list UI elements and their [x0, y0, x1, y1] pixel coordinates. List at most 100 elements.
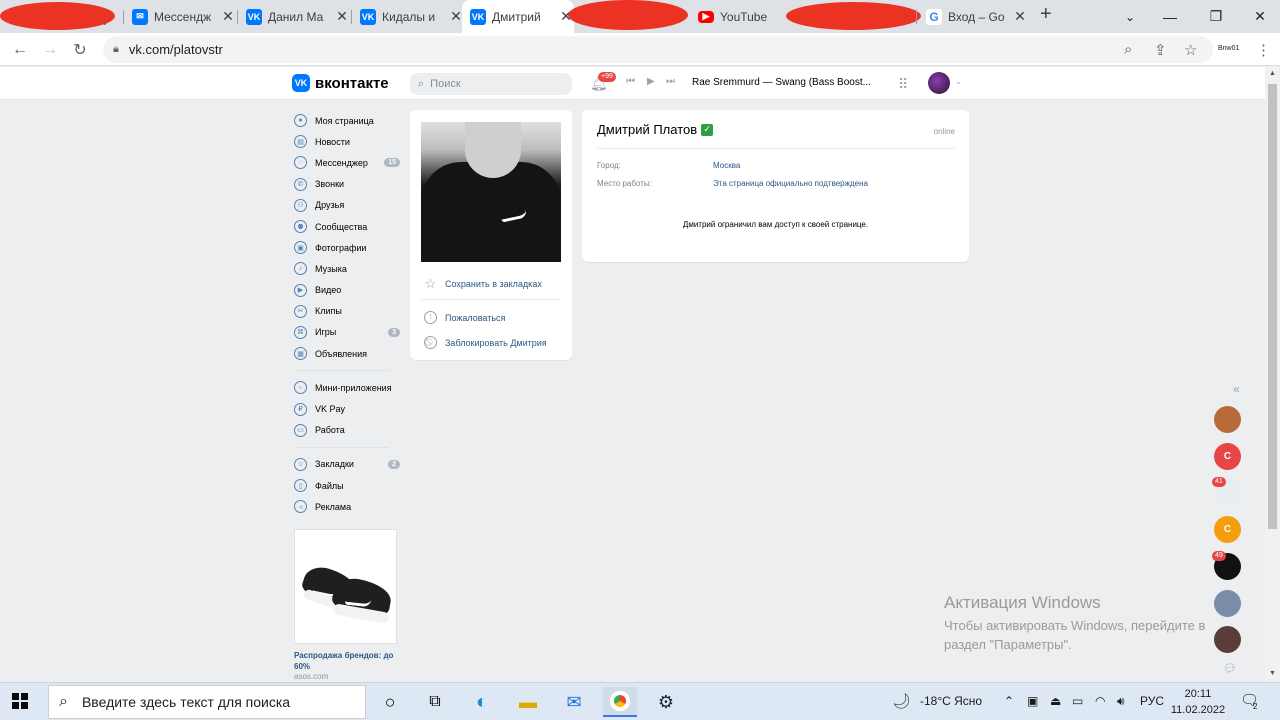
report-label: Пожаловаться — [445, 312, 506, 323]
tab-dropdown-chevron-icon[interactable]: ⌄ — [100, 9, 109, 34]
close-window-button[interactable]: ✕ — [1237, 0, 1280, 33]
sidebar-item-video[interactable]: ▶ Видео — [294, 280, 404, 301]
sidebar-item-news[interactable]: ▤ Новости — [294, 131, 404, 152]
notifications-badge: +99 — [598, 72, 616, 82]
scrollbar-thumb[interactable] — [1268, 84, 1277, 529]
lock-icon[interactable]: 🔒︎ — [113, 43, 119, 56]
forward-arrow-icon[interactable]: → — [39, 39, 61, 61]
chat-avatar[interactable] — [1214, 406, 1241, 433]
sidebar-ad-image[interactable] — [294, 529, 397, 644]
chat-avatar[interactable] — [1214, 589, 1241, 617]
save-bookmark-button[interactable]: ☆ Сохранить в закладках — [424, 276, 542, 291]
extension-icon[interactable]: Bnw01 — [1218, 45, 1239, 52]
sidebar-item-photo[interactable]: ▣ Фотографии — [294, 237, 404, 258]
chat-avatar[interactable] — [1214, 626, 1241, 654]
previous-track-icon[interactable]: ⏮ — [626, 76, 635, 87]
sidebar-item-apps[interactable]: ⁘ Мини-приложения — [294, 377, 404, 398]
clock-time: 20:11 — [1184, 688, 1212, 700]
tab-danil[interactable]: VK Данил Ма ✕ — [238, 4, 350, 29]
sidebar-item-file[interactable]: ▯ Файлы — [294, 475, 404, 496]
edge-icon[interactable]: ◐ — [470, 690, 494, 714]
sidebar-item-phone[interactable]: ✆ Звонки — [294, 174, 404, 195]
bookmark-star-icon[interactable]: ☆ — [1184, 41, 1197, 59]
sidebar-item-user[interactable]: ● Моя страница — [294, 110, 404, 131]
sidebar-item-megaphone[interactable]: ◃ Реклама — [294, 496, 404, 517]
services-grid-icon[interactable]: ⠿ — [898, 76, 908, 93]
ad-title[interactable]: Распродажа брендов: до 60% — [294, 650, 402, 672]
vk-logo[interactable]: VK вконтакте — [292, 74, 389, 92]
chat-avatar[interactable]: С — [1214, 516, 1241, 544]
minimize-button[interactable]: — — [1147, 0, 1193, 33]
report-button[interactable]: ! Пожаловаться — [424, 311, 505, 324]
tab-kidaly[interactable]: VK Кидалы и ✕ — [352, 4, 464, 29]
sidebar-item-ads[interactable]: ▦ Объявления — [294, 343, 404, 364]
next-track-icon[interactable]: ⏭ — [666, 76, 675, 87]
weather-text[interactable]: -18°C Ясно — [920, 694, 982, 708]
ad-source[interactable]: asos.com — [294, 672, 328, 681]
user-avatar[interactable] — [928, 72, 950, 94]
address-bar[interactable]: 🔒︎ vk.com/platovstr — [103, 36, 1213, 63]
sidebar-item-label: Мини-приложения — [315, 382, 392, 393]
scroll-up-icon[interactable]: ▲ — [1269, 70, 1276, 77]
tab-google-login[interactable]: G Вход – Go ✕ — [918, 4, 1028, 29]
reload-icon[interactable]: ↻ — [69, 39, 91, 61]
windows-start-icon[interactable] — [12, 693, 28, 709]
new-tab-button[interactable]: + — [1034, 2, 1052, 27]
chat-bubble-icon[interactable]: 💬︎ — [1223, 662, 1237, 675]
tab-dmitry-active[interactable]: VK Дмитрий ✕ — [462, 0, 574, 33]
block-user-button[interactable]: ⃠ Заблокировать Дмитрия — [424, 336, 547, 349]
mail-icon[interactable]: ✉ — [562, 690, 586, 714]
search-input[interactable]: ⌕ Поиск — [410, 73, 572, 95]
volume-icon[interactable]: 🔊︎ — [1117, 694, 1125, 709]
city-value[interactable]: Москва — [713, 161, 740, 170]
profile-photo[interactable] — [421, 122, 561, 262]
weather-moon-icon[interactable]: 🌙︎ — [892, 692, 911, 710]
play-icon[interactable]: ▶ — [647, 76, 655, 87]
steam-icon[interactable]: ⚙ — [654, 690, 678, 714]
close-tab-icon[interactable]: ✕ — [1012, 8, 1028, 25]
sidebar-item-message[interactable]: ◌ Мессенджер 15 — [294, 152, 404, 173]
megaphone-icon: ◃ — [294, 500, 307, 514]
sidebar-item-work[interactable]: ▭ Работа — [294, 420, 404, 441]
menu-dots-icon[interactable]: ⋮ — [1256, 41, 1271, 59]
chrome-icon[interactable] — [603, 687, 637, 717]
sidebar-item-groups[interactable]: ⚉ Сообщества — [294, 216, 404, 237]
battery-icon[interactable]: ▭ — [1072, 694, 1083, 708]
wifi-icon[interactable]: ◠ — [1095, 694, 1105, 708]
sidebar-item-clips[interactable]: ✂ Клипы — [294, 301, 404, 322]
chat-avatar[interactable]: С — [1214, 442, 1241, 470]
back-arrow-icon[interactable]: ← — [9, 39, 31, 61]
sidebar-item-label: Закладки — [315, 459, 354, 470]
apps-icon: ⁘ — [294, 381, 307, 395]
clock[interactable]: 20:11 11.02.2022 — [1168, 686, 1228, 718]
page-scrollbar[interactable]: ▲ ▼ — [1265, 67, 1280, 682]
chevron-down-icon[interactable]: ⌄ — [955, 77, 962, 86]
scroll-down-icon[interactable]: ▼ — [1269, 670, 1276, 677]
collapse-icon[interactable]: « — [1233, 382, 1240, 396]
zoom-icon[interactable]: ⌕ — [1124, 41, 1132, 58]
taskbar-search-input[interactable]: ⌕ Введите здесь текст для поиска — [48, 685, 366, 719]
sidebar-item-pay[interactable]: ₽ VK Pay — [294, 398, 404, 419]
cortana-icon[interactable]: ○ — [378, 690, 402, 714]
work-value[interactable]: Эта страница официально подтверждена — [713, 179, 868, 188]
share-icon[interactable]: ⇪ — [1154, 41, 1167, 59]
now-playing-track[interactable]: Rae Sremmurd — Swang (Bass Boost... — [692, 77, 871, 88]
sidebar-item-music[interactable]: ♪ Музыка — [294, 258, 404, 279]
maximize-button[interactable]: ❐ — [1193, 0, 1239, 33]
usb-icon[interactable]: ⏏ — [1050, 694, 1061, 708]
language-indicator[interactable]: РУС — [1140, 694, 1164, 708]
sidebar-item-bookmark[interactable]: ☆ Закладки 2 — [294, 454, 404, 475]
task-view-icon[interactable]: ⧉ — [423, 690, 447, 714]
tab-messenger[interactable]: ✉ Мессендж ✕ — [124, 4, 236, 29]
tray-app-icon[interactable]: ▣ — [1027, 694, 1038, 708]
sidebar-item-games[interactable]: ⌘ Игры 3 — [294, 322, 404, 343]
close-tab-icon[interactable]: ✕ — [220, 8, 236, 25]
groups-icon: ⚉ — [294, 220, 307, 234]
games-icon: ⌘ — [294, 325, 307, 339]
tray-chevron-up-icon[interactable]: ⌃ — [1004, 694, 1014, 708]
sidebar-item-friends[interactable]: ⚇ Друзья — [294, 195, 404, 216]
sidebar-item-label: Работа — [315, 425, 345, 436]
close-tab-icon[interactable]: ✕ — [334, 8, 350, 25]
file-explorer-icon[interactable]: ▬ — [516, 690, 540, 714]
phone-icon: ✆ — [294, 177, 307, 191]
